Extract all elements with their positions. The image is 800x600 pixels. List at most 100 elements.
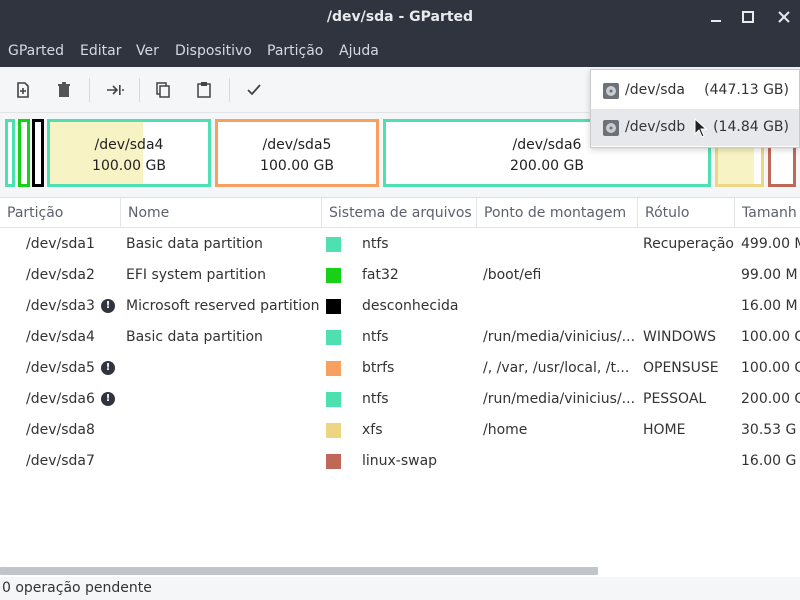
menu-dispositivo[interactable]: Dispositivo — [175, 35, 252, 67]
table-row[interactable]: /dev/sda6! ntfs/run/media/vinicius/... PES… — [0, 384, 800, 415]
cell-mount-point: /run/media/vinicius/... — [483, 391, 635, 407]
cell-label: OPENSUSE — [643, 360, 719, 376]
filesystem-color-swatch — [326, 454, 341, 469]
menu-particao[interactable]: Partição — [267, 35, 323, 67]
table-row[interactable]: /dev/sda2 EFI system partition fat32/boot/… — [0, 260, 800, 291]
cell-partition: /dev/sda6 — [26, 391, 95, 407]
minimize-icon[interactable] — [707, 8, 725, 26]
partition-block-sda4[interactable]: /dev/sda4 100.00 GB — [47, 119, 211, 187]
cell-filesystem: linux-swap — [362, 453, 438, 469]
filesystem-color-swatch — [326, 423, 341, 438]
menu-gparted[interactable]: GParted — [8, 35, 64, 67]
cell-size: 16.00 G — [741, 453, 797, 469]
cell-filesystem: desconhecida — [362, 298, 459, 314]
menu-editar[interactable]: Editar — [80, 35, 121, 67]
table-row[interactable]: /dev/sda7 linux-swap 16.00 G — [0, 446, 800, 477]
menu-ver[interactable]: Ver — [136, 35, 159, 67]
status-bar: 0 operação pendente — [0, 577, 800, 600]
status-text: 0 operação pendente — [2, 580, 152, 596]
cell-name: Microsoft reserved partition — [126, 298, 320, 314]
table-row[interactable]: /dev/sda3! Microsoft reserved partition de… — [0, 291, 800, 322]
warning-icon: ! — [101, 299, 115, 313]
cell-name: Basic data partition — [126, 329, 263, 345]
cell-mount-point: /home — [483, 422, 528, 438]
cell-partition: /dev/sda5 — [26, 360, 95, 376]
partition-block-size: 100.00 GB — [92, 158, 166, 174]
partition-block-sda3[interactable] — [32, 119, 44, 187]
table-row[interactable]: /dev/sda5! btrfs /, /var, /usr/local, /t..… — [0, 353, 800, 384]
cell-size: 99.00 M — [741, 267, 798, 283]
table-row[interactable]: /dev/sda1 Basic data partition ntfs Recuper… — [0, 229, 800, 260]
cell-label — [643, 260, 735, 291]
cell-name — [126, 353, 320, 384]
cell-filesystem: ntfs — [362, 236, 389, 252]
disk-icon — [603, 83, 619, 99]
horizontal-scrollbar[interactable] — [0, 565, 800, 577]
filesystem-color-swatch — [326, 330, 341, 345]
cell-filesystem: btrfs — [362, 360, 395, 376]
table-header: Partição Nome Sistema de arquivos Ponto … — [0, 198, 800, 228]
column-header-nome[interactable]: Nome — [121, 198, 322, 228]
column-header-particao[interactable]: Partição — [0, 198, 121, 228]
column-header-sistema-de-arquivos[interactable]: Sistema de arquivos — [322, 198, 477, 228]
cell-size: 30.53 G — [741, 422, 797, 438]
device-size: (447.13 GB) — [704, 82, 789, 98]
column-header-tamanho[interactable]: Tamanh — [735, 198, 800, 228]
maximize-icon[interactable] — [739, 8, 757, 26]
cell-name: EFI system partition — [126, 267, 266, 283]
partition-table: Partição Nome Sistema de arquivos Ponto … — [0, 197, 800, 577]
paste-icon[interactable] — [193, 79, 215, 101]
filesystem-color-swatch — [326, 268, 341, 283]
filesystem-color-swatch — [326, 299, 341, 314]
partition-block-sda1[interactable] — [5, 119, 15, 187]
cell-size: 100.00 G — [741, 329, 800, 345]
delete-icon[interactable] — [53, 79, 75, 101]
cell-size: 100.00 G — [741, 360, 800, 376]
cell-name — [126, 415, 320, 446]
cell-mount-point — [483, 291, 635, 322]
column-header-rotulo[interactable]: Rótulo — [638, 198, 735, 228]
resize-move-icon[interactable] — [103, 79, 125, 101]
window-title: /dev/sda - GParted — [326, 9, 474, 25]
cell-filesystem: fat32 — [362, 267, 399, 283]
table-row[interactable]: /dev/sda4 Basic data partition ntfs/run/me… — [0, 322, 800, 353]
partition-block-sda5[interactable]: /dev/sda5 100.00 GB — [215, 119, 379, 187]
copy-icon[interactable] — [152, 79, 174, 101]
toolbar-separator — [229, 78, 230, 102]
partition-block-name: /dev/sda5 — [262, 137, 332, 153]
device-item-sda[interactable]: /dev/sda (447.13 GB) — [591, 72, 799, 109]
disk-icon — [603, 120, 619, 136]
cell-label: HOME — [643, 422, 686, 438]
cell-size: 16.00 M — [741, 298, 798, 314]
cell-partition: /dev/sda7 — [26, 453, 95, 469]
mouse-cursor-icon — [694, 118, 708, 138]
apply-icon[interactable] — [243, 79, 265, 101]
toolbar-separator — [89, 78, 90, 102]
cell-label — [643, 291, 735, 322]
cell-label: Recuperação — [643, 236, 734, 252]
table-row[interactable]: /dev/sda8 xfs/home HOME 30.53 G — [0, 415, 800, 446]
cell-partition: /dev/sda8 — [26, 422, 95, 438]
menu-ajuda[interactable]: Ajuda — [339, 35, 379, 67]
filesystem-color-swatch — [326, 392, 341, 407]
cell-filesystem: ntfs — [362, 391, 389, 407]
cell-size: 200.00 G — [741, 391, 800, 407]
new-partition-icon[interactable] — [12, 79, 34, 101]
device-name: /dev/sdb — [625, 119, 686, 135]
scrollbar-thumb[interactable] — [0, 567, 598, 575]
column-header-ponto-de-montagem[interactable]: Ponto de montagem — [477, 198, 638, 228]
cell-mount-point — [483, 229, 635, 260]
cell-mount-point — [483, 446, 635, 477]
cell-partition: /dev/sda3 — [26, 298, 95, 314]
cell-name — [126, 384, 320, 415]
partition-block-sda2[interactable] — [18, 119, 30, 187]
filesystem-color-swatch — [326, 361, 341, 376]
cell-mount-point: /run/media/vinicius/... — [483, 329, 635, 345]
partition-block-name: /dev/sda4 — [94, 137, 164, 153]
warning-icon: ! — [101, 392, 115, 406]
partition-block-size: 100.00 GB — [260, 158, 334, 174]
cell-filesystem: ntfs — [362, 329, 389, 345]
cell-partition: /dev/sda2 — [26, 267, 95, 283]
cell-label: PESSOAL — [643, 391, 707, 407]
close-icon[interactable] — [775, 8, 793, 26]
